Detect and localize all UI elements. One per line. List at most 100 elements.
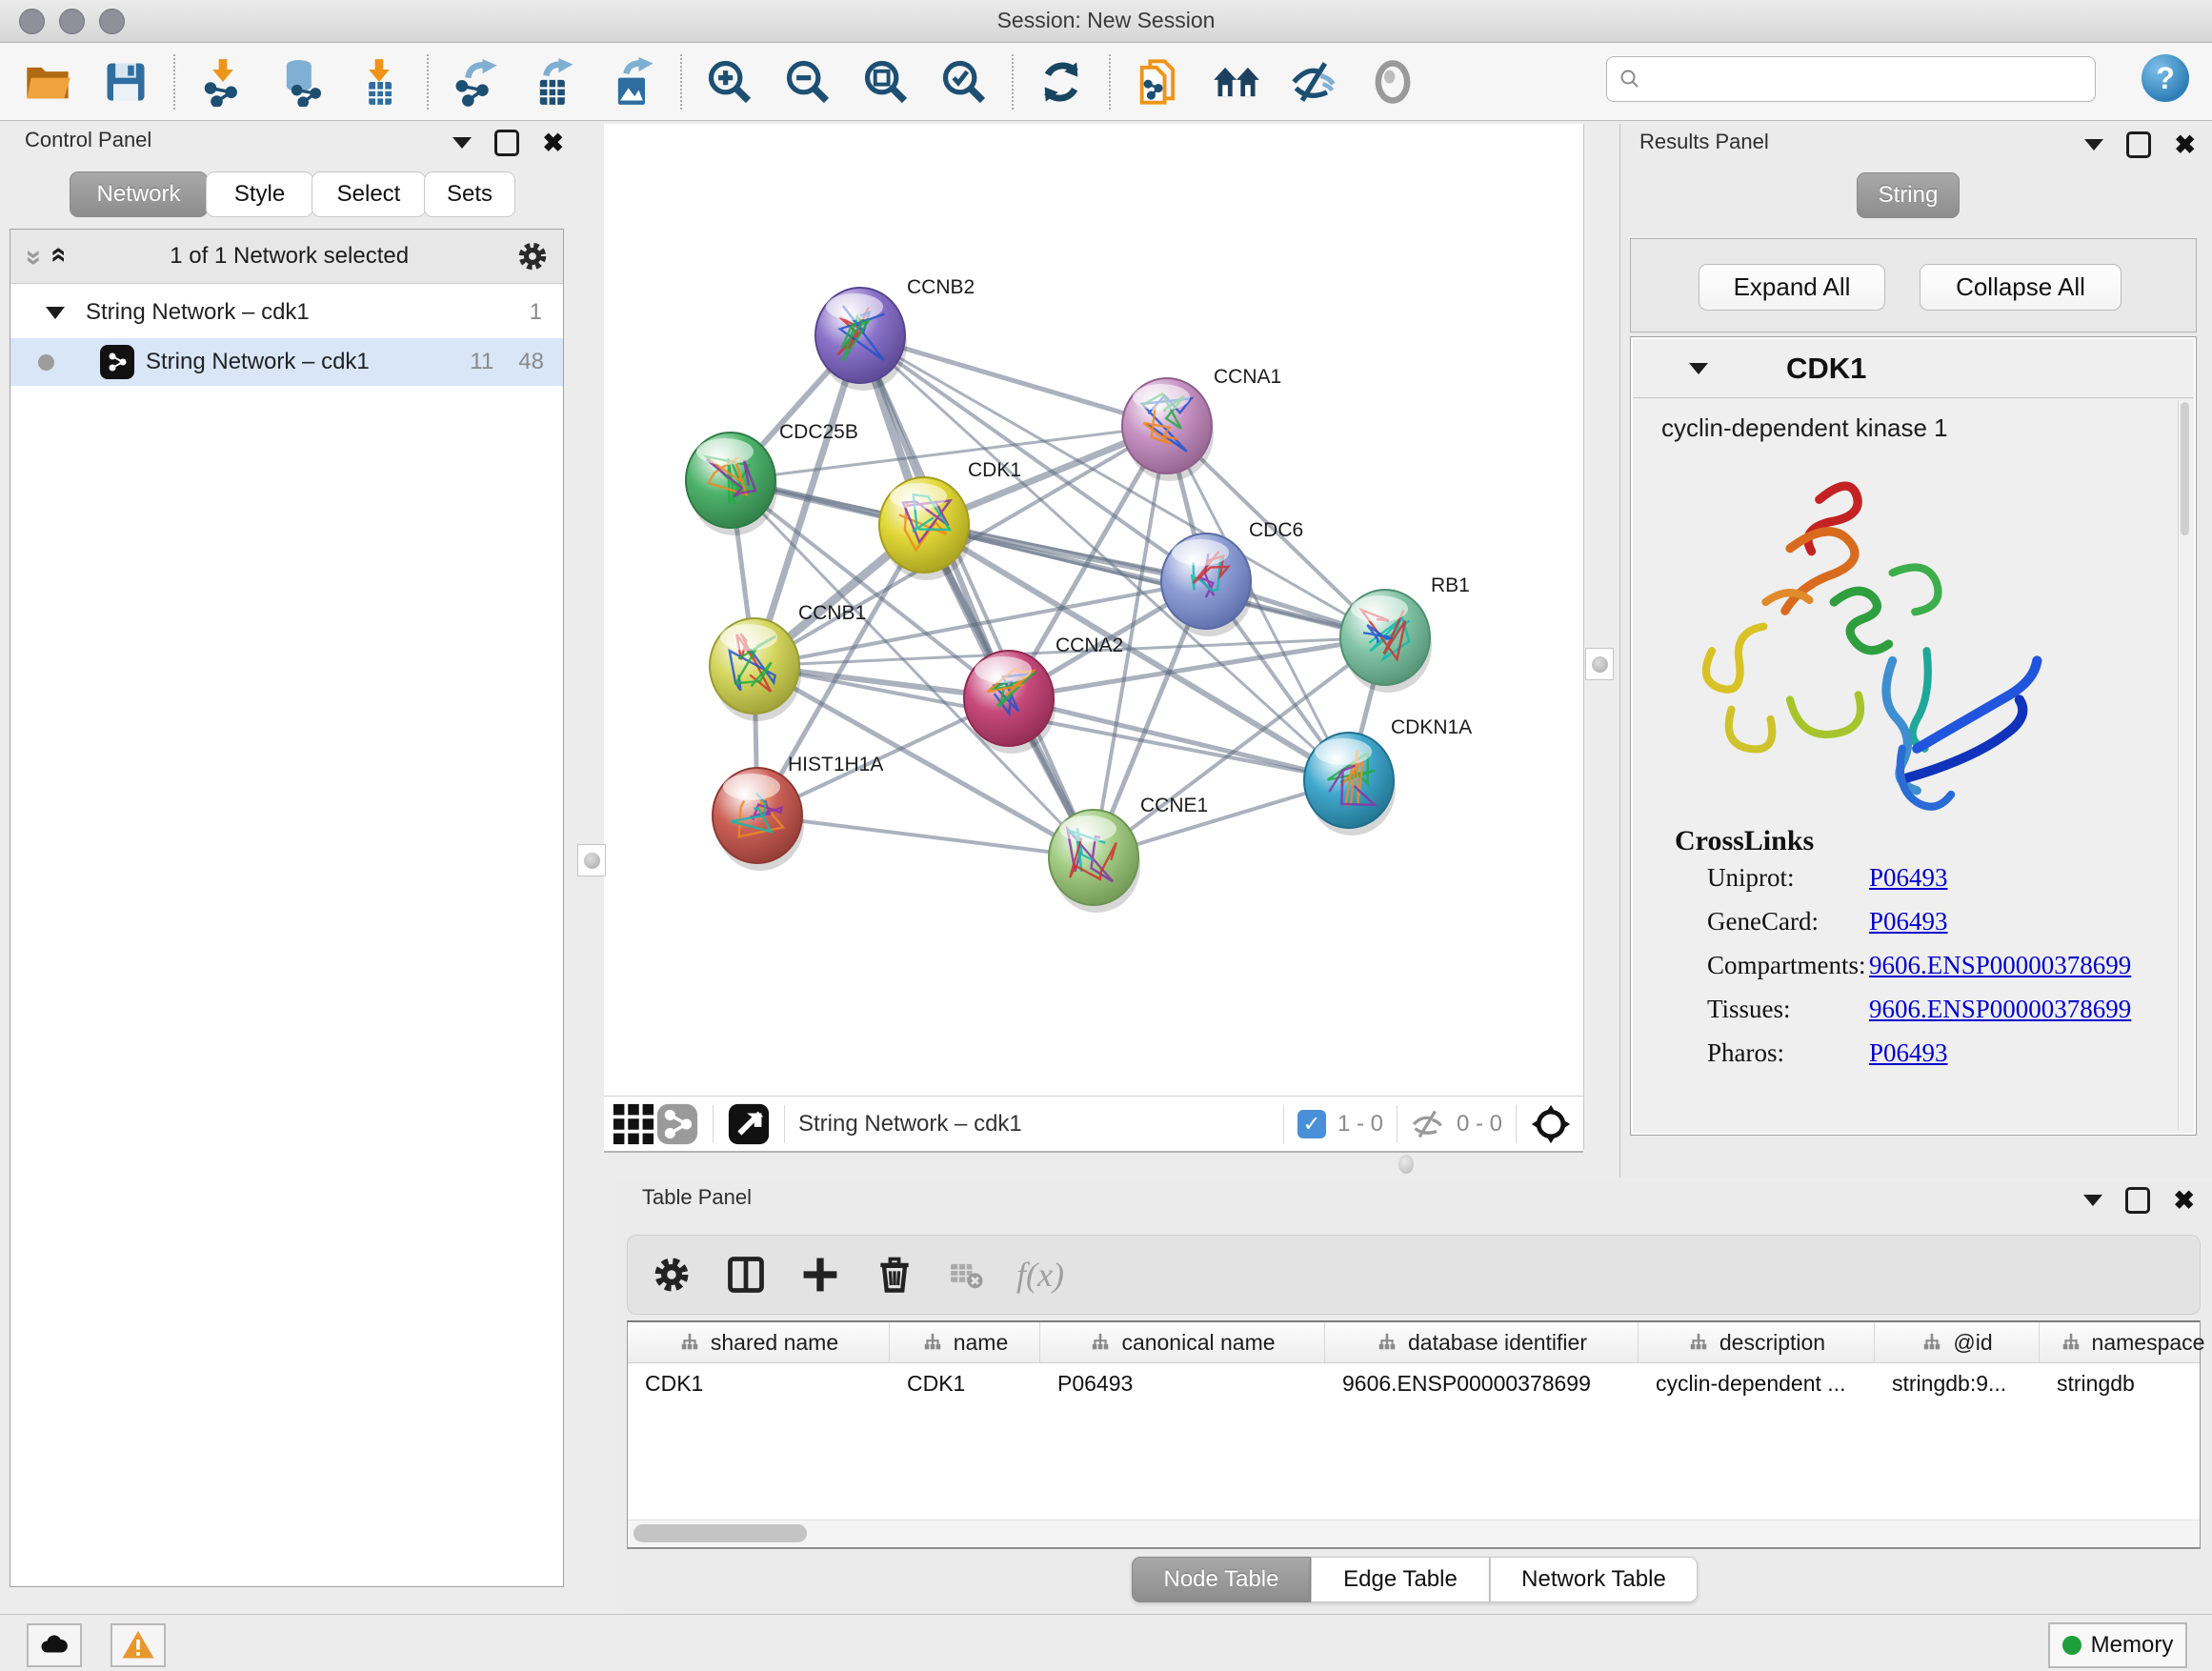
gene-card-header[interactable]: CDK1 — [1634, 340, 2193, 398]
results-panel-float-icon[interactable] — [2126, 131, 2151, 158]
toolbar-separator — [713, 1105, 714, 1143]
table-horizontal-scrollbar[interactable] — [628, 1520, 2200, 1547]
zoom-selected-icon[interactable] — [937, 55, 991, 109]
gene-card-scrollbar[interactable] — [2178, 400, 2192, 1129]
column-header[interactable]: namespace — [2040, 1322, 2212, 1362]
select-columns-icon[interactable] — [725, 1254, 767, 1296]
left-splitter-handle[interactable] — [577, 844, 606, 876]
horizontal-splitter-handle[interactable] — [1398, 1155, 1414, 1174]
import-database-icon[interactable] — [274, 55, 328, 109]
network-canvas[interactable]: CCNB2CCNA1CDC25BCDK1CDC6RB1CCNB1CCNA2CDK… — [604, 124, 1583, 1096]
crosslink-link[interactable]: P06493 — [1869, 907, 1948, 936]
table-row[interactable]: CDK1CDK1P064939606.ENSP00000378699cyclin… — [628, 1363, 2200, 1403]
column-header[interactable]: database identifier — [1325, 1322, 1639, 1362]
birdseye-grid-icon[interactable] — [612, 1102, 655, 1146]
column-header[interactable]: @id — [1875, 1322, 2040, 1362]
control-panel-float-icon[interactable] — [494, 130, 519, 156]
hidden-eye-icon[interactable] — [1411, 1107, 1445, 1141]
tab-sets[interactable]: Sets — [424, 171, 515, 217]
memory-button[interactable]: Memory — [2048, 1622, 2187, 1668]
crosslink-link[interactable]: 9606.ENSP00000378699 — [1869, 951, 2131, 980]
import-network-icon[interactable] — [196, 55, 250, 109]
zoom-out-icon[interactable] — [781, 55, 835, 109]
export-network-icon[interactable] — [450, 55, 503, 109]
network-node-ccnb1[interactable] — [710, 618, 801, 721]
network-node-ccne1[interactable] — [1049, 810, 1140, 913]
network-collection-row[interactable]: String Network – cdk1 1 — [10, 289, 563, 336]
control-panel-close-icon[interactable]: ✖ — [542, 132, 564, 153]
column-header[interactable]: name — [890, 1322, 1040, 1362]
tab-edge-table[interactable]: Edge Table — [1311, 1557, 1490, 1602]
table-cell[interactable]: CDK1 — [890, 1363, 1040, 1403]
right-splitter-handle[interactable] — [1585, 648, 1614, 680]
help-icon[interactable]: ? — [2142, 54, 2189, 102]
selected-checkbox-icon[interactable]: ✓ — [1297, 1110, 1326, 1138]
export-view-icon[interactable] — [727, 1102, 771, 1146]
export-table-icon[interactable] — [528, 55, 581, 109]
zoom-in-icon[interactable] — [703, 55, 756, 109]
tab-network-table[interactable]: Network Table — [1490, 1557, 1698, 1602]
crosslink-link[interactable]: P06493 — [1869, 863, 1948, 893]
table-panel-close-icon[interactable]: ✖ — [2173, 1190, 2195, 1211]
network-edge[interactable] — [860, 335, 1094, 857]
results-panel-menu-icon[interactable] — [2084, 139, 2103, 151]
annotations-icon[interactable] — [1132, 55, 1185, 109]
control-panel-menu-icon[interactable] — [452, 137, 472, 149]
network-edge[interactable] — [757, 815, 1094, 857]
open-session-icon[interactable] — [21, 55, 74, 109]
save-session-icon[interactable] — [99, 55, 152, 109]
title-bar: Session: New Session — [0, 0, 2212, 43]
string-network-icon — [100, 345, 134, 379]
selected-counts: 1 - 0 — [1337, 1111, 1383, 1137]
import-table-icon[interactable] — [352, 55, 406, 109]
delete-column-icon[interactable] — [874, 1254, 915, 1296]
clear-table-icon — [948, 1257, 984, 1293]
refresh-layout-icon[interactable] — [1035, 55, 1088, 109]
tab-style[interactable]: Style — [206, 171, 313, 217]
tab-string[interactable]: String — [1857, 172, 1960, 218]
network-node-cdk1[interactable] — [879, 477, 971, 580]
crosslink-link[interactable]: P06493 — [1869, 1038, 1948, 1068]
crosslink-link[interactable]: 9606.ENSP00000378699 — [1869, 995, 2131, 1024]
table-cell[interactable]: cyclin-dependent ... — [1639, 1363, 1875, 1403]
network-row[interactable]: String Network – cdk1 11 48 — [10, 338, 563, 386]
network-node-hist1h1a[interactable] — [713, 768, 804, 871]
column-header[interactable]: canonical name — [1040, 1322, 1325, 1362]
network-node-cdc25b[interactable] — [686, 433, 777, 535]
table-panel-float-icon[interactable] — [2125, 1187, 2150, 1214]
network-node-ccnb2[interactable] — [815, 288, 907, 391]
table-gear-icon[interactable] — [651, 1254, 693, 1296]
search-input[interactable] — [1641, 66, 2083, 92]
column-header[interactable]: shared name — [628, 1322, 890, 1362]
warnings-button[interactable] — [111, 1623, 166, 1667]
string-home-icon[interactable] — [1210, 55, 1263, 109]
tab-node-table[interactable]: Node Table — [1132, 1557, 1311, 1602]
gene-collapse-icon[interactable] — [1689, 363, 1708, 374]
table-cell[interactable]: P06493 — [1040, 1363, 1325, 1403]
export-image-icon[interactable] — [606, 55, 659, 109]
table-cell[interactable]: stringdb:9... — [1875, 1363, 2040, 1403]
table-panel-menu-icon[interactable] — [2083, 1195, 2102, 1206]
column-header[interactable]: description — [1639, 1322, 1875, 1362]
table-cell[interactable]: stringdb — [2040, 1363, 2212, 1403]
zoom-fit-icon[interactable] — [859, 55, 913, 109]
table-cell[interactable]: 9606.ENSP00000378699 — [1325, 1363, 1639, 1403]
add-column-icon[interactable] — [799, 1254, 841, 1296]
expand-all-button[interactable]: Expand All — [1699, 264, 1885, 311]
cloud-button[interactable] — [27, 1623, 82, 1667]
fit-content-crosshair-icon[interactable] — [1530, 1103, 1572, 1145]
table-cell[interactable]: CDK1 — [628, 1363, 890, 1403]
results-panel-close-icon[interactable]: ✖ — [2174, 134, 2196, 155]
share-network-icon[interactable] — [655, 1102, 699, 1146]
network-node-rb1[interactable] — [1340, 590, 1432, 693]
tab-select[interactable]: Select — [312, 171, 426, 217]
tree-expand-icon[interactable] — [46, 307, 65, 319]
hide-selected-icon[interactable] — [1288, 55, 1341, 109]
level-of-detail-icon[interactable] — [1366, 55, 1419, 109]
expand-all-icon[interactable]: » — [41, 250, 73, 263]
network-node-cdkn1a[interactable] — [1304, 733, 1396, 836]
tab-network[interactable]: Network — [70, 171, 208, 217]
gear-icon[interactable] — [515, 239, 550, 273]
network-node-ccna1[interactable] — [1122, 378, 1214, 481]
collapse-all-button[interactable]: Collapse All — [1920, 264, 2122, 311]
